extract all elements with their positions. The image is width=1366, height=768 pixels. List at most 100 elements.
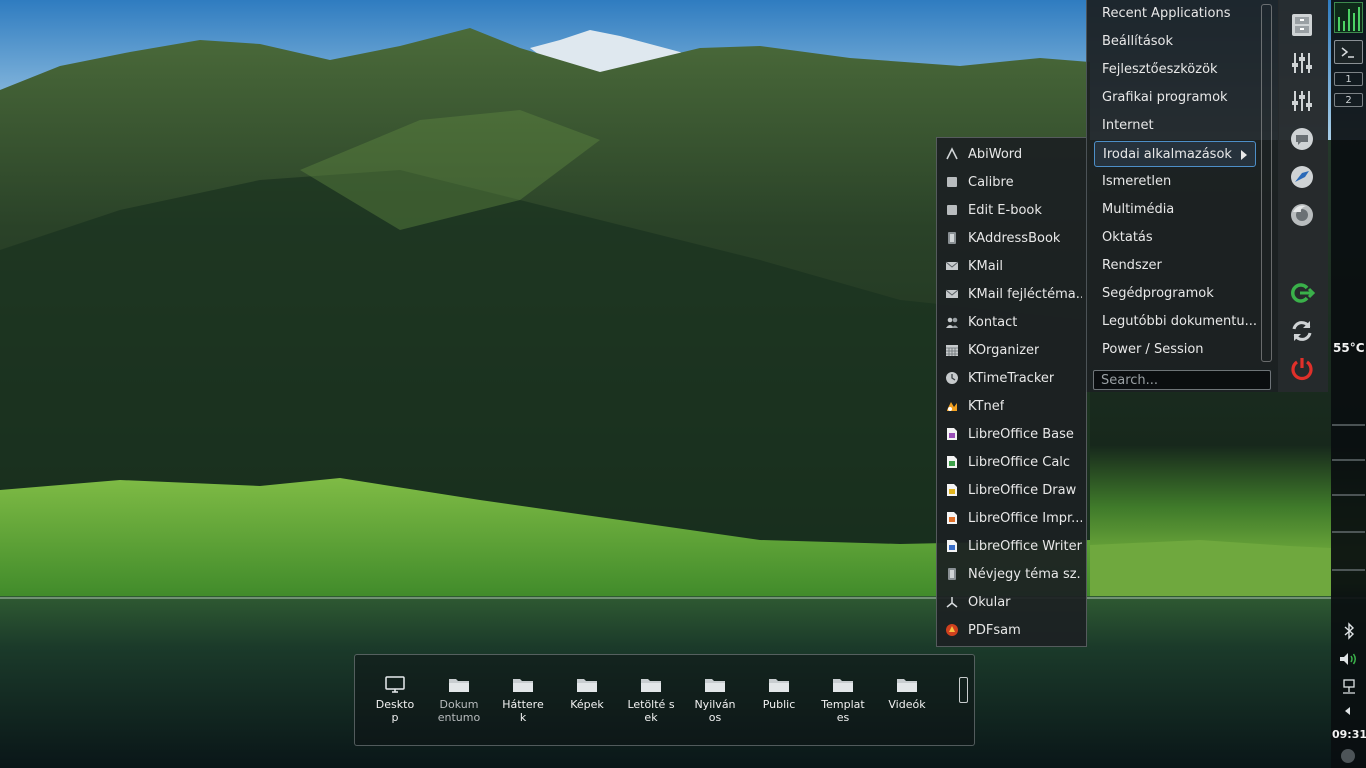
dashboard-toggle-icon[interactable] [1341, 749, 1355, 763]
menu-item-13[interactable]: Power / Session [1094, 337, 1256, 363]
submenu-item-label: Okular [968, 594, 1011, 610]
volume-icon[interactable] [1338, 650, 1360, 668]
submenu-item-6[interactable]: KMail fejléctéma... [945, 280, 1082, 308]
file-cabinet-button[interactable] [1287, 10, 1317, 40]
folder-item-label: Videók [888, 698, 926, 711]
submenu-item-label: KTnef [968, 398, 1005, 414]
folder-item-1[interactable]: Deskto p [371, 673, 419, 724]
folder-item-6[interactable]: Nyilván os [691, 673, 739, 724]
submenu-item-4[interactable]: KAddressBook [945, 224, 1082, 252]
menu-item-label: Fejlesztőeszközök [1102, 62, 1218, 77]
tray-expand-arrow-icon[interactable] [1345, 707, 1350, 715]
folder-item-label: Public [762, 698, 796, 711]
menu-item-5[interactable]: Internet [1094, 113, 1256, 139]
file-cabinet-icon [1289, 12, 1315, 38]
settings-sliders-alt-button[interactable] [1287, 86, 1317, 116]
folder-icon [896, 676, 918, 692]
menu-sidebar [1278, 0, 1328, 392]
submenu-item-13[interactable]: LibreOffice Draw [945, 476, 1082, 504]
network-icon[interactable] [1340, 678, 1358, 696]
restart-button[interactable] [1287, 316, 1317, 346]
system-monitor-graphs [1332, 424, 1365, 571]
submenu-item-5[interactable]: KMail [945, 252, 1082, 280]
submenu-item-16[interactable]: Névjegy téma sz... [945, 560, 1082, 588]
folder-item-9[interactable]: Videók [883, 673, 931, 711]
pager-desktop-2[interactable]: 2 [1334, 93, 1363, 107]
menu-item-8[interactable]: Multimédia [1094, 197, 1256, 223]
menu-item-label: Beállítások [1102, 34, 1174, 49]
submenu-item-label: KAddressBook [968, 230, 1061, 246]
logout-button[interactable] [1287, 278, 1317, 308]
contacts-icon [945, 315, 959, 329]
bird-app-button[interactable] [1287, 162, 1317, 192]
submenu-item-label: LibreOffice Base [968, 426, 1074, 442]
folder-item-label: Dokum entumo [437, 698, 481, 724]
menu-item-label: Power / Session [1102, 342, 1204, 357]
folder-icon [576, 676, 598, 692]
menu-item-7[interactable]: Ismeretlen [1094, 169, 1256, 195]
folder-item-4[interactable]: Képek [563, 673, 611, 711]
submenu-item-8[interactable]: KOrganizer [945, 336, 1082, 364]
folder-view-scrollbar[interactable] [959, 677, 968, 703]
submenu-item-label: Calibre [968, 174, 1014, 190]
submenu-item-17[interactable]: Okular [945, 588, 1082, 616]
menu-item-3[interactable]: Fejlesztőeszközök [1094, 57, 1256, 83]
libreoffice-draw-icon [945, 483, 959, 497]
menu-item-10[interactable]: Rendszer [1094, 253, 1256, 279]
libreoffice-calc-icon [945, 455, 959, 469]
pager-desktop-1[interactable]: 1 [1334, 72, 1363, 86]
chat-button[interactable] [1287, 124, 1317, 154]
submenu-item-7[interactable]: Kontact [945, 308, 1082, 336]
folder-item-2[interactable]: Dokum entumo [435, 673, 483, 724]
submenu-item-2[interactable]: Calibre [945, 168, 1082, 196]
menu-item-12[interactable]: Legutóbbi dokumentu... [1094, 309, 1257, 335]
submenu-item-11[interactable]: LibreOffice Base [945, 420, 1082, 448]
libreoffice-base-icon [945, 427, 959, 441]
folder-item-7[interactable]: Public [755, 673, 803, 711]
desktop-icon [384, 676, 406, 693]
menu-item-label: Irodai alkalmazások [1103, 147, 1232, 162]
menu-item-label: Grafikai programok [1102, 90, 1228, 105]
submenu-item-label: KMail fejléctéma... [968, 286, 1082, 302]
firefox-icon [1289, 202, 1315, 228]
submenu-item-12[interactable]: LibreOffice Calc [945, 448, 1082, 476]
chat-icon [1289, 126, 1315, 152]
submenu-item-18[interactable]: PDFsam [945, 616, 1082, 644]
menu-scrollbar[interactable] [1261, 4, 1272, 362]
submenu-item-3[interactable]: Edit E-book [945, 196, 1082, 224]
menu-item-1[interactable]: Recent Applications [1094, 1, 1256, 27]
folder-item-label: Deskto p [375, 698, 415, 724]
settings-sliders-button[interactable] [1287, 48, 1317, 78]
submenu-item-14[interactable]: LibreOffice Impr... [945, 504, 1082, 532]
calendar-icon [945, 343, 959, 357]
folder-item-3[interactable]: Háttere k [499, 673, 547, 724]
cpu-monitor-widget[interactable] [1334, 2, 1363, 33]
settings-sliders-icon [1289, 50, 1315, 76]
bluetooth-icon[interactable] [1341, 622, 1357, 640]
folder-icon [704, 676, 726, 692]
submenu-item-15[interactable]: LibreOffice Writer [945, 532, 1082, 560]
submenu-item-10[interactable]: KTnef [945, 392, 1082, 420]
firefox-button[interactable] [1287, 200, 1317, 230]
addressbook-icon [945, 231, 959, 245]
folder-item-5[interactable]: Letölté sek [627, 673, 675, 724]
contact-theme-icon [945, 567, 959, 581]
office-applications-submenu: AbiWord Calibre Edit E-book KAddressBook KMa… [936, 137, 1087, 647]
menu-search-input[interactable] [1093, 370, 1271, 390]
clock[interactable]: 09:31 [1332, 728, 1366, 741]
menu-item-2[interactable]: Beállítások [1094, 29, 1256, 55]
submenu-item-9[interactable]: KTimeTracker [945, 364, 1082, 392]
power-button[interactable] [1287, 354, 1317, 384]
restart-icon [1289, 318, 1315, 344]
submenu-item-1[interactable]: AbiWord [945, 140, 1082, 168]
menu-item-11[interactable]: Segédprogramok [1094, 281, 1256, 307]
folder-icon [640, 676, 662, 692]
terminal-launcher[interactable] [1334, 40, 1363, 64]
menu-item-9[interactable]: Oktatás [1094, 225, 1256, 251]
menu-item-6[interactable]: Irodai alkalmazások [1094, 141, 1256, 167]
folder-item-8[interactable]: Templat es [819, 673, 867, 724]
menu-item-4[interactable]: Grafikai programok [1094, 85, 1256, 111]
menu-item-label: Rendszer [1102, 258, 1162, 273]
pdfsam-icon [945, 623, 959, 637]
menu-item-label: Oktatás [1102, 230, 1153, 245]
